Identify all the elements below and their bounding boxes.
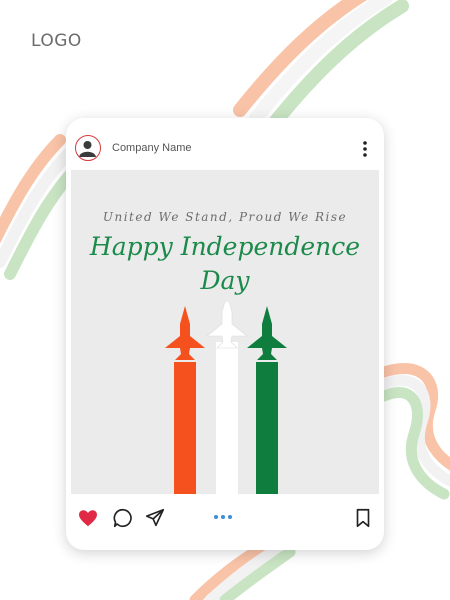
white-jet-icon <box>206 302 248 349</box>
green-jet-icon <box>247 306 287 360</box>
tagline-text: United We Stand, Proud We Rise <box>102 210 348 224</box>
carousel-indicator <box>214 515 238 523</box>
company-name[interactable]: Company Name <box>112 142 191 154</box>
post-action-bar <box>66 498 384 548</box>
post-header: Company Name <box>66 118 384 170</box>
user-avatar-icon[interactable] <box>75 135 101 161</box>
vertical-dots-icon[interactable] <box>359 139 371 159</box>
carousel-dot <box>228 515 232 519</box>
green-smoke-trail <box>256 362 278 494</box>
bookmark-icon[interactable] <box>352 507 374 534</box>
carousel-dot <box>214 515 218 519</box>
comment-bubble-icon[interactable] <box>112 507 134 534</box>
logo-text: LOGO <box>31 31 82 51</box>
carousel-dot <box>221 515 225 519</box>
saffron-jet-icon <box>165 306 205 360</box>
headline-text: Happy Independence Day <box>71 230 379 298</box>
fighter-jets-illustration <box>165 302 287 494</box>
saffron-smoke-trail <box>174 362 196 494</box>
white-smoke-trail <box>216 342 238 494</box>
post-image[interactable]: United We Stand, Proud We Rise Happy Ind… <box>71 170 379 494</box>
social-post-card: Company Name United We Stand, Proud We R… <box>66 118 384 550</box>
send-icon[interactable] <box>144 507 166 534</box>
heart-icon[interactable] <box>77 507 99 534</box>
headline-line-2: Day <box>200 266 250 295</box>
headline-line-1: Happy Independence <box>89 232 361 261</box>
